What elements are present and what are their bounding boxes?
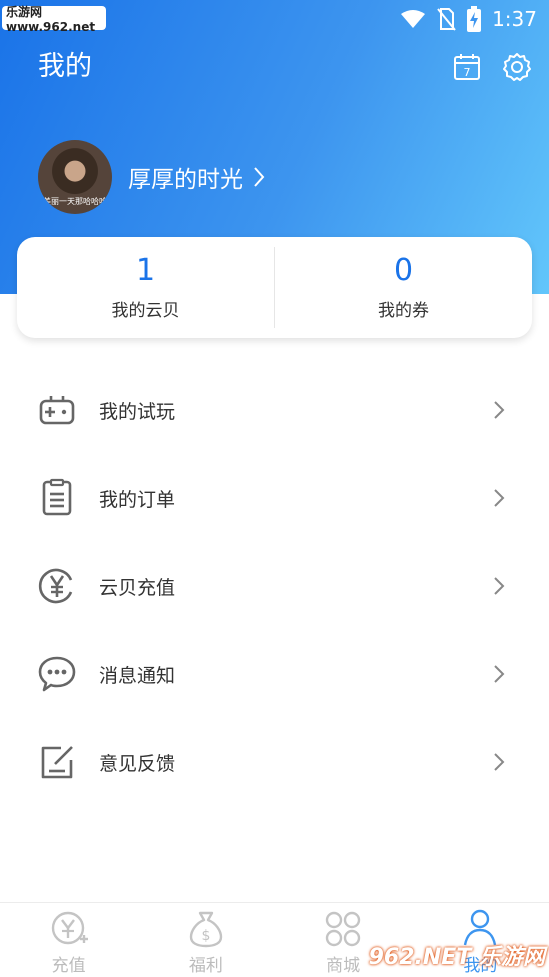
chat-bubble-icon: [37, 654, 77, 694]
stat-label: 我的券: [378, 301, 429, 321]
order-list-icon: [37, 478, 77, 518]
menu-label: 意见反馈: [99, 752, 176, 775]
menu-item-my-orders[interactable]: 我的订单: [0, 454, 549, 542]
settings-gear-icon[interactable]: [502, 52, 532, 82]
gamepad-icon: [37, 390, 77, 430]
stat-label: 我的云贝: [111, 301, 180, 321]
feedback-edit-icon: [37, 742, 77, 782]
menu-item-notifications[interactable]: 消息通知: [0, 630, 549, 718]
bottom-tab-bar: 充值 $ 福利 商城 我的 962.NET 乐游网: [0, 902, 549, 977]
clock: 1:37: [492, 7, 537, 31]
tab-label: 充值: [51, 956, 86, 976]
calendar-icon[interactable]: 7: [452, 52, 482, 82]
tab-recharge[interactable]: 充值: [0, 903, 137, 977]
stat-value: 0: [393, 253, 414, 288]
profile-link[interactable]: 厚厚的时光: [128, 160, 265, 194]
svg-text:7: 7: [464, 66, 471, 79]
chevron-right-icon: [494, 577, 505, 595]
bottom-watermark: 962.NET 乐游网: [368, 945, 545, 970]
stats-card: 1 我的云贝 0 我的券: [17, 237, 532, 338]
menu-label: 消息通知: [99, 664, 176, 687]
chevron-right-icon: [494, 401, 505, 419]
username: 厚厚的时光: [128, 167, 243, 193]
menu-item-my-trials[interactable]: 我的试玩: [0, 366, 549, 454]
avatar-caption: 美丽一天那哈哈哈: [43, 197, 107, 206]
money-bag-icon: $: [189, 911, 223, 948]
avatar[interactable]: 美丽一天那哈哈哈: [38, 140, 112, 214]
menu-label: 云贝充值: [99, 576, 176, 599]
battery-charging-icon: [467, 6, 482, 32]
tab-label: 商城: [326, 956, 361, 976]
chevron-right-icon: [254, 167, 265, 187]
grid-icon: [325, 911, 361, 947]
yen-coin-icon: [37, 566, 77, 606]
tab-label: 福利: [188, 956, 223, 976]
watermark-text: 乐游网 www.962.net: [6, 4, 96, 34]
chevron-right-icon: [494, 753, 505, 771]
chevron-right-icon: [494, 489, 505, 507]
menu-list: 我的试玩 我的订单 云贝充值 消息通知 意见反馈: [0, 366, 549, 806]
wifi-icon: [401, 10, 426, 28]
stat-value: 1: [135, 253, 156, 288]
watermark-badge: 乐游网 www.962.net: [2, 5, 106, 34]
tab-welfare[interactable]: $ 福利: [137, 903, 274, 977]
status-bar: 乐游网 www.962.net 1:37: [0, 0, 549, 38]
no-sim-icon: [437, 8, 456, 31]
recharge-icon: [51, 911, 88, 945]
page-title: 我的: [38, 51, 92, 82]
svg-text:$: $: [201, 928, 210, 944]
menu-label: 我的试玩: [99, 400, 176, 423]
chevron-right-icon: [494, 665, 505, 683]
menu-item-feedback[interactable]: 意见反馈: [0, 718, 549, 806]
menu-item-recharge[interactable]: 云贝充值: [0, 542, 549, 630]
stat-yunbei[interactable]: 1 我的云贝: [17, 237, 274, 338]
menu-label: 我的订单: [99, 488, 176, 511]
stat-coupons[interactable]: 0 我的券: [275, 237, 532, 338]
